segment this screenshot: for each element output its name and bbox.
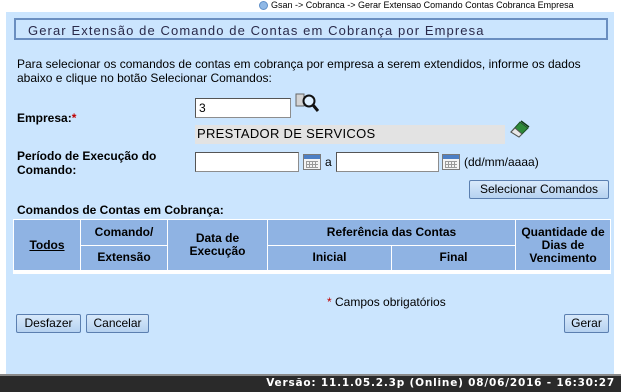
required-note: * Campos obrigatórios <box>327 295 446 309</box>
comandos-table: Todos Comando/ Data de Execução Referênci… <box>13 219 611 271</box>
eraser-icon[interactable] <box>509 118 531 138</box>
calendar-icon[interactable] <box>442 154 460 170</box>
table-bottom-divider <box>13 271 611 274</box>
page-title: Gerar Extensão de Comando de Contas em C… <box>28 23 485 38</box>
breadcrumb: Gsan -> Cobranca -> Gerar Extensao Coman… <box>0 0 621 12</box>
col-final: Final <box>391 244 516 271</box>
right-margin <box>614 12 621 374</box>
search-icon[interactable] <box>295 92 320 114</box>
col-qtd-line3: Vencimento <box>529 250 597 265</box>
selecionar-comandos-button[interactable]: Selecionar Comandos <box>469 180 609 199</box>
periodo-inicio-input[interactable] <box>195 152 299 172</box>
main-panel: Gerar Extensão de Comando de Contas em C… <box>6 12 614 374</box>
col-data-line1: Data de <box>195 231 240 245</box>
section-title: Comandos de Contas em Cobrança: <box>17 203 224 217</box>
date-format-hint: (dd/mm/aaaa) <box>464 155 539 169</box>
col-inicial: Inicial <box>267 244 392 271</box>
col-extensao: Extensão <box>80 244 168 271</box>
col-qtd-line1: Quantidade de <box>521 224 605 239</box>
cancelar-button[interactable]: Cancelar <box>86 314 149 333</box>
col-data-line2: Execução <box>189 244 246 258</box>
breadcrumb-text[interactable]: Gsan -> Cobranca -> Gerar Extensao Coman… <box>271 0 574 10</box>
periodo-label-line2: Comando: <box>17 163 77 177</box>
calendar-icon[interactable] <box>303 154 321 170</box>
version-text: Versão: 11.1.05.2.3p (Online) 08/06/2016… <box>266 377 615 389</box>
periodo-label-line1: Período de Execução do <box>17 149 157 163</box>
periodo-label: Período de Execução do Comando: <box>17 149 156 177</box>
required-note-text: Campos obrigatórios <box>331 295 446 309</box>
required-mark: * <box>71 111 77 125</box>
col-data-execucao: Data de Execução <box>167 219 268 271</box>
desfazer-button[interactable]: Desfazer <box>16 314 81 333</box>
empresa-label: Empresa:* <box>17 111 76 125</box>
empresa-label-text: Empresa: <box>17 111 72 125</box>
globe-icon <box>259 1 268 10</box>
empresa-name-field: PRESTADOR DE SERVICOS <box>195 125 505 144</box>
select-all-link[interactable]: Todos <box>29 238 64 252</box>
col-todos[interactable]: Todos <box>13 219 81 271</box>
col-qtd-line2: Dias de <box>541 237 585 252</box>
title-box: Gerar Extensão de Comando de Contas em C… <box>14 18 608 40</box>
footer-bar: Versão: 11.1.05.2.3p (Online) 08/06/2016… <box>0 374 621 392</box>
intro-text: Para selecionar os comandos de contas em… <box>17 57 581 85</box>
col-referencia: Referência das Contas <box>267 219 516 246</box>
date-range-separator: a <box>325 155 332 169</box>
periodo-fim-input[interactable] <box>336 152 439 172</box>
empresa-code-input[interactable] <box>195 98 291 118</box>
col-quantidade: Quantidade de Dias de Vencimento <box>515 219 611 271</box>
gerar-button[interactable]: Gerar <box>564 314 609 333</box>
col-comando: Comando/ <box>80 219 168 246</box>
